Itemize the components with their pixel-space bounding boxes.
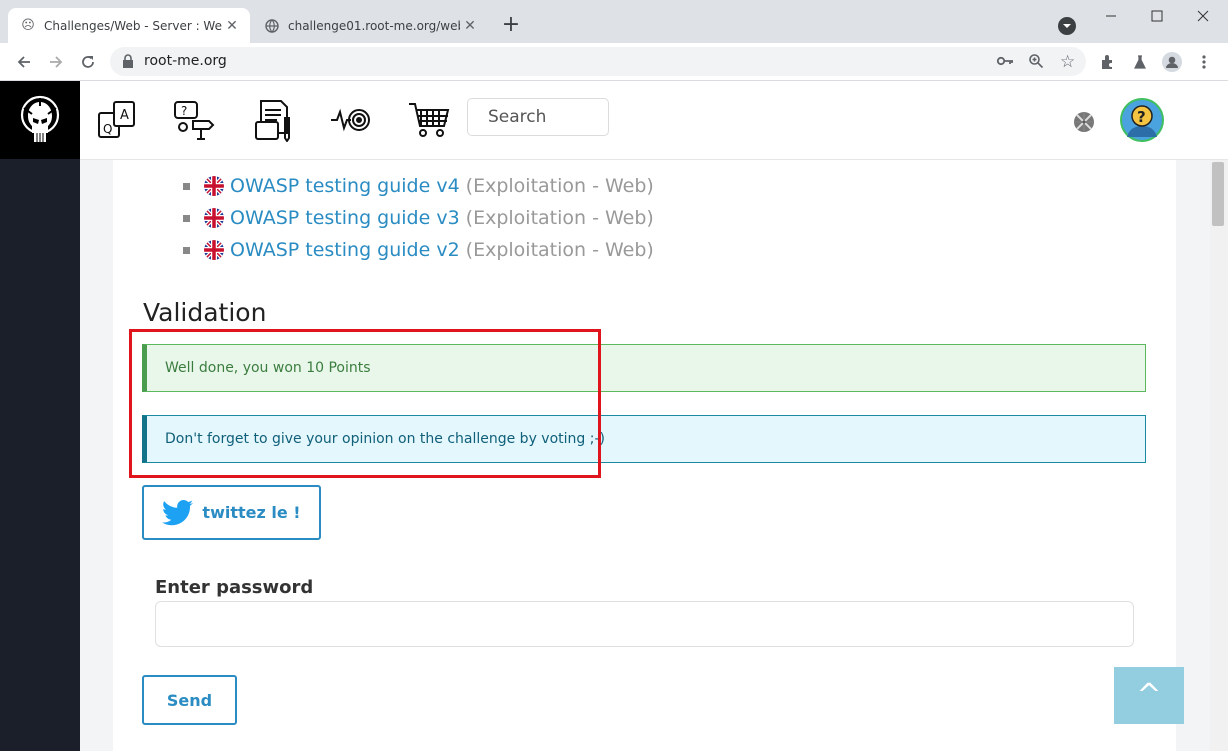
uk-flag-icon xyxy=(204,176,224,196)
tab-challenge01[interactable]: challenge01.root-me.org/web-se ✕ xyxy=(252,8,488,43)
reference-link[interactable]: OWASP testing guide v4 xyxy=(230,175,460,197)
back-to-top-button[interactable]: ^ xyxy=(1114,667,1184,724)
shopping-cart-icon[interactable] xyxy=(406,97,452,143)
password-label: Enter password xyxy=(155,577,314,598)
maximize-button[interactable] xyxy=(1149,8,1165,24)
reference-category: (Exploitation - Web) xyxy=(465,175,654,197)
extensions-icon[interactable] xyxy=(1095,49,1121,75)
tab-search-button[interactable] xyxy=(1058,17,1076,35)
lock-icon[interactable] xyxy=(122,53,134,72)
tab-title: Challenges/Web - Server : Weak xyxy=(44,18,222,33)
highlight-box xyxy=(129,329,601,478)
svg-text:Q: Q xyxy=(103,122,112,136)
browser-toolbar: root-me.org ☆ xyxy=(0,43,1228,81)
left-sidebar xyxy=(0,81,80,751)
minimize-button[interactable] xyxy=(1103,8,1119,24)
list-item: OWASP testing guide v4 (Exploitation - W… xyxy=(183,171,654,201)
window-close-button[interactable] xyxy=(1195,8,1211,24)
list-item: OWASP testing guide v2 (Exploitation - W… xyxy=(183,235,654,265)
site-search-input[interactable]: Search xyxy=(467,98,609,136)
forward-icon[interactable] xyxy=(43,49,69,75)
twitter-bird-icon xyxy=(162,499,194,525)
reference-category: (Exploitation - Web) xyxy=(465,207,654,229)
tab-challenges[interactable]: ☹ Challenges/Web - Server : Weak ✕ xyxy=(8,8,250,43)
bookmark-star-icon[interactable]: ☆ xyxy=(1060,52,1075,72)
svg-text:?: ? xyxy=(181,104,187,118)
browser-tab-bar: ☹ Challenges/Web - Server : Weak ✕ chall… xyxy=(0,0,1228,43)
twitter-button-label: twittez le ! xyxy=(202,503,301,522)
list-item: OWASP testing guide v3 (Exploitation - W… xyxy=(183,203,654,233)
list-bullet xyxy=(183,182,190,190)
site-top-nav: A Q ? Search ? xyxy=(80,81,1228,160)
send-button[interactable]: Send xyxy=(142,675,237,725)
zoom-icon[interactable] xyxy=(1028,53,1044,73)
new-tab-button[interactable]: + xyxy=(500,12,522,38)
password-input[interactable] xyxy=(155,601,1134,647)
close-tab-icon[interactable]: ✕ xyxy=(460,18,480,34)
list-bullet xyxy=(183,246,190,254)
uk-flag-icon xyxy=(204,208,224,228)
rootme-logo[interactable] xyxy=(0,81,80,159)
svg-text:?: ? xyxy=(1137,108,1146,126)
svg-text:A: A xyxy=(120,108,129,123)
user-avatar-icon[interactable]: ? xyxy=(1119,97,1165,143)
reference-category: (Exploitation - Web) xyxy=(465,239,654,261)
back-icon[interactable] xyxy=(11,49,37,75)
faq-icon[interactable]: A Q xyxy=(94,97,140,143)
list-bullet xyxy=(183,214,190,222)
url-text: root-me.org xyxy=(144,53,227,69)
globe-icon xyxy=(264,18,280,34)
rootme-favicon-icon: ☹ xyxy=(21,18,35,33)
language-flag-icon[interactable] xyxy=(1073,111,1095,133)
validation-heading: Validation xyxy=(143,298,267,327)
target-radar-icon[interactable] xyxy=(328,97,374,143)
profile-avatar-icon[interactable] xyxy=(1159,49,1185,75)
tab-title: challenge01.root-me.org/web-se xyxy=(288,18,460,33)
twitter-share-button[interactable]: twittez le ! xyxy=(142,485,321,540)
reference-link[interactable]: OWASP testing guide v3 xyxy=(230,207,460,229)
reference-link[interactable]: OWASP testing guide v2 xyxy=(230,239,460,261)
uk-flag-icon xyxy=(204,240,224,260)
documents-icon[interactable] xyxy=(250,97,296,143)
content-gutter-right xyxy=(1176,160,1210,751)
reload-icon[interactable] xyxy=(75,49,101,75)
scrollbar-thumb[interactable] xyxy=(1212,162,1224,226)
signpost-help-icon[interactable]: ? xyxy=(170,97,216,143)
key-icon[interactable] xyxy=(996,53,1014,73)
close-tab-icon[interactable]: ✕ xyxy=(222,18,242,34)
address-bar[interactable]: root-me.org ☆ xyxy=(110,47,1086,76)
labs-flask-icon[interactable] xyxy=(1127,49,1153,75)
content-gutter-left xyxy=(80,160,113,751)
page-scrollbar[interactable] xyxy=(1210,160,1228,751)
browser-menu-icon[interactable] xyxy=(1191,49,1217,75)
